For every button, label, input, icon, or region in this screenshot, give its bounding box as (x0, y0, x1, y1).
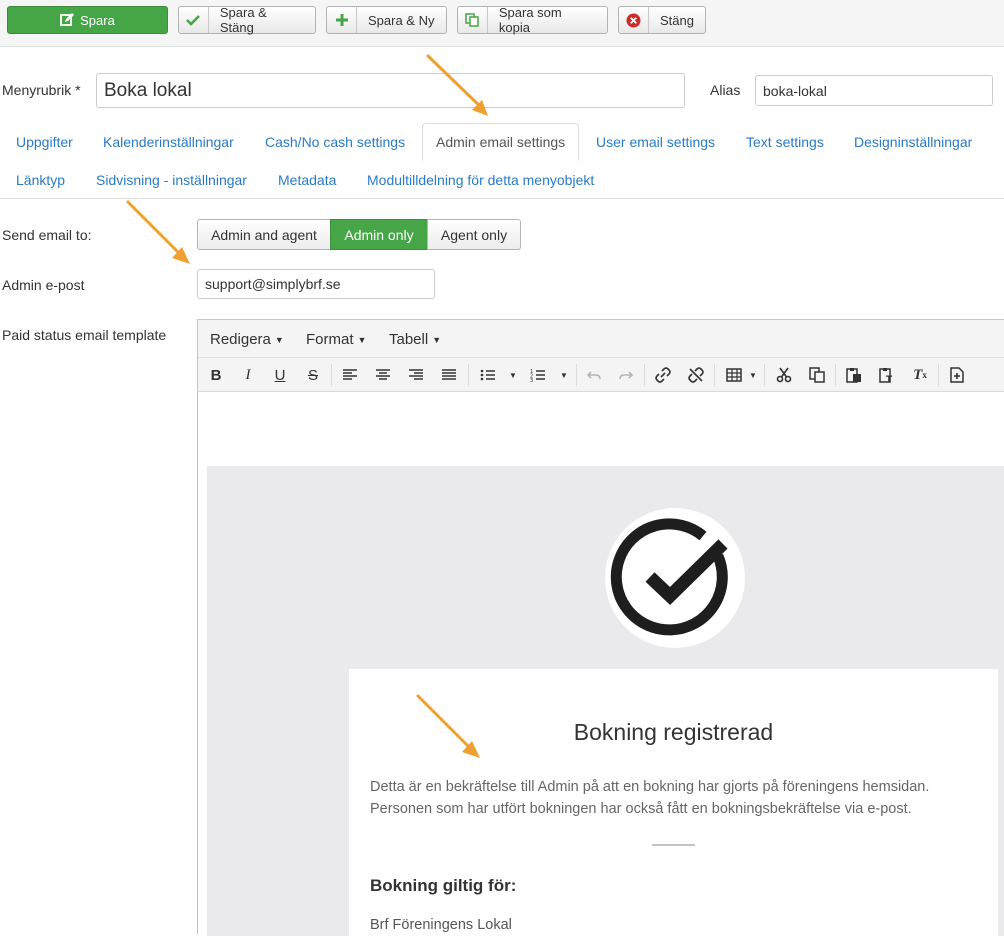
save-button[interactable]: Spara (7, 6, 168, 34)
tab-user-email-settings[interactable]: User email settings (596, 134, 715, 150)
chevron-down-icon: ▼ (274, 335, 284, 346)
tab-designinstallningar[interactable]: Designinställningar (854, 134, 972, 150)
tab-uppgifter[interactable]: Uppgifter (16, 134, 73, 150)
italic-icon[interactable]: I (238, 365, 258, 385)
check-icon (179, 7, 209, 33)
underline-icon[interactable]: U (270, 365, 290, 385)
admin-email-field[interactable]: support@simplybrf.se (197, 269, 435, 299)
menu-redigera[interactable]: Redigera ▼ (210, 331, 284, 348)
toolbar-separator (938, 364, 939, 386)
email-body: Detta är en bekräftelse till Admin på at… (370, 776, 980, 820)
align-justify-icon[interactable] (439, 365, 459, 385)
undo-icon[interactable] (584, 365, 604, 385)
save-new-label: Spara & Ny (368, 12, 435, 28)
template-label: Paid status email template (2, 327, 167, 343)
editor-format-toolbar: B I U S ▼ 123 ▼ ▼ T T x (198, 358, 1004, 392)
unlink-icon[interactable] (686, 365, 706, 385)
chevron-down-icon: ▼ (432, 335, 442, 346)
send-email-label: Send email to: (2, 227, 92, 243)
option-admin-only[interactable]: Admin only (330, 219, 428, 250)
option-admin-and-agent[interactable]: Admin and agent (197, 219, 331, 250)
chevron-down-icon[interactable]: ▼ (503, 365, 523, 385)
editor-menubar: Redigera ▼ Format ▼ Tabell ▼ (198, 320, 1004, 358)
logo-badge (605, 508, 745, 648)
title-label: Menyrubrik * (2, 82, 81, 98)
email-preview: Bokning registrerad Detta är en bekräfte… (207, 466, 1004, 939)
toolbar-separator (576, 364, 577, 386)
save-button-label: Spara (80, 12, 115, 28)
tab-kalenderinstallningar[interactable]: Kalenderinställningar (103, 134, 234, 150)
bullet-list-icon[interactable] (478, 365, 498, 385)
tab-sidvisning[interactable]: Sidvisning - inställningar (96, 172, 247, 188)
table-icon[interactable] (724, 365, 744, 385)
copy-icon (458, 7, 488, 33)
annotation-arrow-icon (126, 200, 190, 264)
cancel-icon (619, 7, 649, 33)
tab-lanktyp[interactable]: Länktyp (16, 172, 65, 188)
toolbar-separator (644, 364, 645, 386)
chevron-down-icon[interactable]: ▼ (554, 365, 574, 385)
menu-redigera-label: Redigera (210, 331, 271, 348)
edit-icon (60, 13, 75, 26)
cut-icon[interactable] (774, 365, 794, 385)
toolbar-separator (714, 364, 715, 386)
email-subheading: Bokning giltig för: (370, 876, 517, 895)
checkmark-circle-icon (610, 518, 728, 636)
tab-modultilldelning[interactable]: Modultilldelning för detta menyobjekt (367, 172, 594, 188)
insert-template-icon[interactable] (947, 365, 967, 385)
save-new-button[interactable]: Spara & Ny (326, 6, 447, 34)
paste-icon[interactable] (844, 365, 864, 385)
tab-admin-email-settings[interactable]: Admin email settings (422, 123, 580, 161)
redo-icon[interactable] (616, 365, 636, 385)
toolbar: Spara Spara & Stäng Spara & Ny Spara som… (0, 0, 1004, 47)
chevron-down-icon: ▼ (357, 335, 367, 346)
save-copy-label: Spara som kopia (498, 5, 562, 35)
clear-formatting-icon[interactable]: Tx (910, 365, 930, 385)
toolbar-separator (835, 364, 836, 386)
link-icon[interactable] (653, 365, 673, 385)
svg-text:3: 3 (530, 378, 533, 382)
menu-tabell[interactable]: Tabell ▼ (389, 331, 441, 348)
numbered-list-icon[interactable]: 123 (528, 365, 548, 385)
strikethrough-icon[interactable]: S (303, 365, 323, 385)
alias-field[interactable]: boka-lokal (755, 75, 993, 106)
copy-icon[interactable] (807, 365, 827, 385)
bold-icon[interactable]: B (206, 365, 226, 385)
align-left-icon[interactable] (340, 365, 360, 385)
save-close-label: Spara & Stäng (219, 5, 267, 35)
rich-text-editor[interactable]: Redigera ▼ Format ▼ Tabell ▼ B I U S ▼ 123 … (197, 319, 1004, 939)
paste-text-icon[interactable]: T (877, 365, 897, 385)
toolbar-separator (468, 364, 469, 386)
tab-text-settings[interactable]: Text settings (746, 134, 824, 150)
title-field[interactable]: Boka lokal (96, 73, 685, 108)
toolbar-separator (764, 364, 765, 386)
save-close-button[interactable]: Spara & Stäng (178, 5, 316, 35)
align-center-icon[interactable] (373, 365, 393, 385)
menu-tabell-label: Tabell (389, 331, 429, 348)
menu-format-label: Format (306, 331, 354, 348)
close-button[interactable]: Stäng (618, 6, 706, 34)
menu-format[interactable]: Format ▼ (306, 331, 366, 348)
admin-email-label: Admin e-post (2, 277, 85, 293)
divider (652, 844, 695, 846)
tab-metadata[interactable]: Metadata (278, 172, 336, 188)
save-copy-button[interactable]: Spara som kopia (457, 5, 608, 35)
alias-label: Alias (710, 82, 741, 98)
annotation-arrow-icon (416, 694, 480, 758)
option-agent-only[interactable]: Agent only (427, 219, 521, 250)
toolbar-separator (331, 364, 332, 386)
chevron-down-icon[interactable]: ▼ (743, 365, 763, 385)
align-right-icon[interactable] (406, 365, 426, 385)
email-venue: Brf Föreningens Lokal (370, 917, 512, 933)
email-body-line: Personen som har utfört bokningen har oc… (370, 801, 912, 817)
tab-cash-settings[interactable]: Cash/No cash settings (265, 134, 405, 150)
plus-icon (327, 7, 357, 33)
email-body-line: Detta är en bekräftelse till Admin på at… (370, 779, 930, 795)
svg-text:T: T (886, 375, 893, 383)
close-label: Stäng (660, 12, 694, 28)
annotation-arrow-icon (426, 54, 488, 116)
